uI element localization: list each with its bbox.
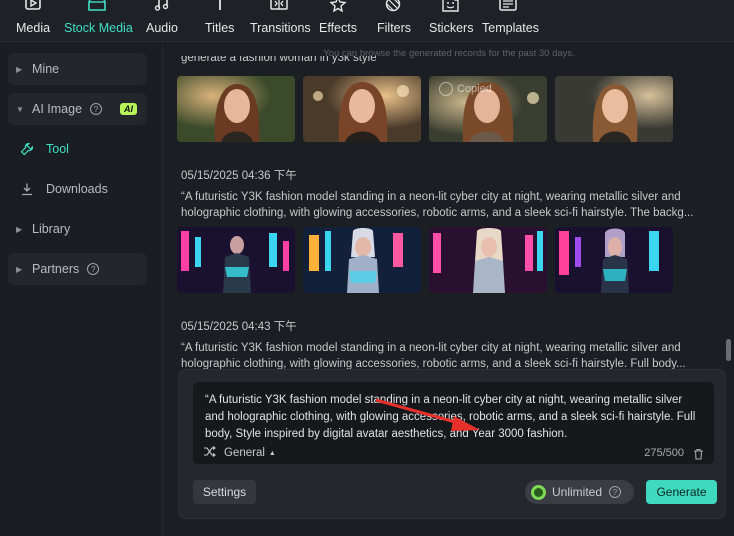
- transitions-icon: [268, 0, 290, 12]
- caret-up-icon: ▲: [268, 449, 276, 457]
- top-toolbar: Media Stock Media Audio Titles Transitio…: [0, 0, 734, 42]
- effects-icon: [327, 0, 349, 13]
- prompt-composer: “A futuristic Y3K fashion model standing…: [178, 369, 726, 519]
- titles-icon: [209, 0, 231, 12]
- record-date: 05/15/2025 04:43 下午: [181, 321, 297, 333]
- tab-titles[interactable]: Titles: [205, 0, 234, 41]
- sidebar-item-library[interactable]: ▶ Library: [8, 213, 147, 245]
- record-prompt[interactable]: “A futuristic Y3K fashion model standing…: [181, 189, 721, 221]
- tab-effects[interactable]: Effects: [319, 0, 357, 41]
- previous-prompt: generate a fashion woman in y3k style: [181, 56, 377, 64]
- generated-image[interactable]: [177, 227, 295, 293]
- image-row-portraits: Copied: [177, 76, 673, 142]
- sidebar-item-tool[interactable]: Tool: [20, 139, 69, 159]
- tab-audio[interactable]: Audio: [146, 0, 178, 41]
- sidebar-item-ai-image[interactable]: ▼ AI Image ? AI: [8, 93, 147, 125]
- stock-media-icon: [86, 0, 108, 12]
- copied-overlay: Copied: [439, 82, 492, 96]
- sidebar: ▶ Mine ▼ AI Image ? AI Tool Downloads ▶ …: [0, 43, 163, 536]
- audio-icon: [151, 0, 173, 12]
- tab-stickers[interactable]: Stickers: [429, 0, 473, 41]
- caret-right-icon: ▶: [16, 64, 23, 74]
- caret-down-icon: ▼: [16, 104, 24, 114]
- character-counter: 275/500: [644, 447, 684, 459]
- stickers-icon: [439, 0, 461, 12]
- plan-pill[interactable]: Unlimited ?: [525, 480, 634, 504]
- media-icon: [22, 0, 44, 12]
- caret-right-icon: ▶: [16, 264, 23, 274]
- sidebar-item-partners[interactable]: ▶ Partners ?: [8, 253, 147, 285]
- generated-image[interactable]: [555, 76, 673, 142]
- tab-media[interactable]: Media: [16, 0, 50, 41]
- image-row-cyber: [177, 227, 673, 293]
- generate-button[interactable]: Generate: [646, 480, 717, 504]
- style-selector[interactable]: General ▲: [203, 446, 276, 460]
- help-icon[interactable]: ?: [609, 486, 622, 498]
- generated-image[interactable]: [177, 76, 295, 142]
- plan-status-icon: [531, 484, 546, 500]
- generated-image[interactable]: [429, 227, 547, 293]
- tab-stock-media[interactable]: Stock Media: [64, 0, 133, 41]
- filters-icon: [382, 0, 404, 12]
- templates-icon: [497, 0, 519, 12]
- generated-image[interactable]: [303, 227, 421, 293]
- help-icon[interactable]: ?: [90, 103, 103, 115]
- generated-image[interactable]: [303, 76, 421, 142]
- sidebar-item-mine[interactable]: ▶ Mine: [8, 53, 147, 85]
- tab-templates[interactable]: Templates: [482, 0, 539, 41]
- record-date: 05/15/2025 04:36 下午: [181, 170, 297, 182]
- record-prompt[interactable]: “A futuristic Y3K fashion model standing…: [181, 340, 721, 372]
- tab-transitions[interactable]: Transitions: [250, 0, 311, 41]
- help-icon[interactable]: ?: [87, 263, 100, 275]
- generation-history: You can browse the generated records for…: [164, 43, 734, 536]
- annotation-arrow: [375, 398, 480, 431]
- ai-badge: AI: [120, 103, 137, 115]
- scrollbar-thumb[interactable]: [726, 339, 731, 361]
- tab-filters[interactable]: Filters: [377, 0, 411, 41]
- trash-icon[interactable]: [693, 447, 704, 460]
- shuffle-icon[interactable]: [203, 446, 216, 460]
- check-circle-icon: [439, 82, 453, 96]
- sidebar-item-downloads[interactable]: Downloads: [20, 179, 108, 199]
- settings-button[interactable]: Settings: [193, 480, 256, 504]
- wrench-icon: [20, 142, 34, 156]
- generated-image[interactable]: Copied: [429, 76, 547, 142]
- download-icon: [20, 182, 34, 196]
- generated-image[interactable]: [555, 227, 673, 293]
- caret-right-icon: ▶: [16, 224, 23, 234]
